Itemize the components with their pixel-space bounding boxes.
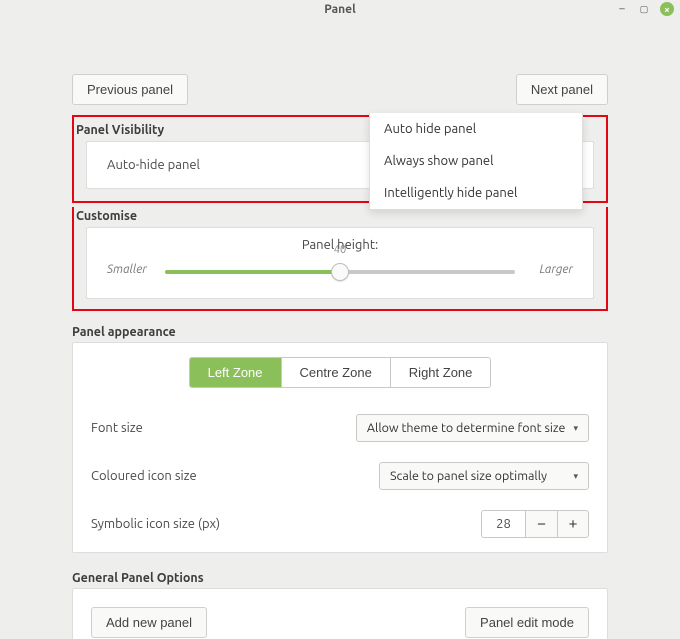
- panel-nav-row: Previous panel Next panel: [72, 74, 608, 105]
- menu-item-always-show[interactable]: Always show panel: [370, 145, 582, 177]
- zone-right-button[interactable]: Right Zone: [390, 358, 491, 387]
- panel-appearance-card: Left Zone Centre Zone Right Zone Font si…: [72, 342, 608, 553]
- panel-appearance-heading: Panel appearance: [72, 325, 608, 339]
- stepper-plus-button[interactable]: +: [557, 510, 589, 538]
- symbolic-icon-size-label: Symbolic icon size (px): [91, 517, 220, 531]
- font-size-value: Allow theme to determine font size: [367, 421, 566, 435]
- general-panel-options-heading: General Panel Options: [72, 571, 608, 585]
- maximize-button[interactable]: ▢: [638, 3, 650, 15]
- slider-value-tooltip: 40: [334, 244, 346, 256]
- zone-centre-button[interactable]: Centre Zone: [281, 358, 390, 387]
- slider-larger-label: Larger: [525, 263, 573, 276]
- slider-thumb[interactable]: [331, 263, 349, 281]
- symbolic-icon-size-stepper: 28 − +: [481, 510, 589, 538]
- stepper-minus-button[interactable]: −: [525, 510, 557, 538]
- add-new-panel-button[interactable]: Add new panel: [91, 607, 207, 638]
- menu-item-auto-hide[interactable]: Auto hide panel: [370, 113, 582, 145]
- slider-track-fill: [165, 270, 340, 274]
- titlebar: Panel – ▢ ×: [0, 0, 680, 18]
- window-controls: – ▢ ×: [616, 2, 674, 16]
- close-icon: ×: [664, 4, 670, 15]
- close-button[interactable]: ×: [660, 2, 674, 16]
- customise-section: Customise Panel height: Smaller 40 Large…: [72, 207, 608, 311]
- chevron-down-icon: ▾: [573, 423, 578, 434]
- auto-hide-dropdown-menu: Auto hide panel Always show panel Intell…: [369, 113, 583, 210]
- symbolic-icon-size-value: 28: [481, 510, 525, 538]
- font-size-dropdown[interactable]: Allow theme to determine font size ▾: [356, 414, 589, 442]
- auto-hide-label: Auto-hide panel: [107, 158, 200, 172]
- zone-segmented-control: Left Zone Centre Zone Right Zone: [189, 357, 492, 388]
- slider-smaller-label: Smaller: [107, 263, 155, 276]
- previous-panel-button[interactable]: Previous panel: [72, 74, 188, 105]
- coloured-icon-size-label: Coloured icon size: [91, 469, 197, 483]
- panel-height-slider[interactable]: 40: [165, 256, 515, 282]
- coloured-icon-size-value: Scale to panel size optimally: [390, 469, 547, 483]
- panel-edit-mode-button[interactable]: Panel edit mode: [465, 607, 589, 638]
- coloured-icon-size-dropdown[interactable]: Scale to panel size optimally ▾: [379, 462, 589, 490]
- minimize-button[interactable]: –: [616, 3, 628, 15]
- zone-left-button[interactable]: Left Zone: [190, 358, 281, 387]
- next-panel-button[interactable]: Next panel: [516, 74, 608, 105]
- font-size-label: Font size: [91, 421, 143, 435]
- chevron-down-icon: ▾: [573, 471, 578, 482]
- window-title: Panel: [324, 3, 355, 16]
- general-panel-options-card: Add new panel Panel edit mode Allow the …: [72, 588, 608, 639]
- menu-item-intelligent-hide[interactable]: Intelligently hide panel: [370, 177, 582, 209]
